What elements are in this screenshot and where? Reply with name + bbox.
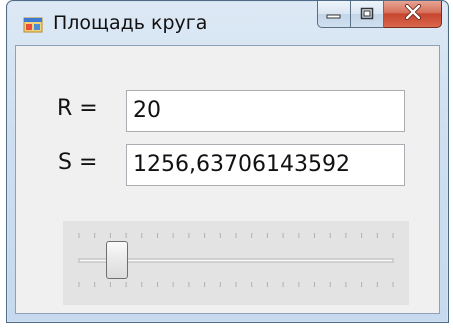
window-title: Площадь круга	[53, 12, 208, 34]
radius-input[interactable]: 20	[126, 90, 405, 132]
area-label: S =	[58, 150, 98, 175]
app-window: Площадь круга R = 20 S = 1256,6370614359…	[6, 0, 449, 323]
radius-trackbar[interactable]	[63, 221, 409, 305]
form-client-area: R = 20 S = 1256,63706143592	[15, 45, 440, 314]
maximize-button[interactable]	[351, 1, 384, 28]
maximize-icon	[360, 5, 374, 24]
caption-buttons	[317, 1, 442, 28]
minimize-button[interactable]	[317, 1, 351, 28]
radius-label: R =	[57, 96, 98, 121]
app-window-icon[interactable]	[23, 16, 43, 36]
area-output[interactable]: 1256,63706143592	[126, 144, 405, 186]
title-bar[interactable]: Площадь круга	[7, 1, 448, 45]
minimize-icon	[326, 5, 342, 24]
close-button[interactable]	[384, 1, 442, 28]
trackbar-thumb[interactable]	[105, 241, 128, 279]
close-icon	[404, 4, 422, 24]
